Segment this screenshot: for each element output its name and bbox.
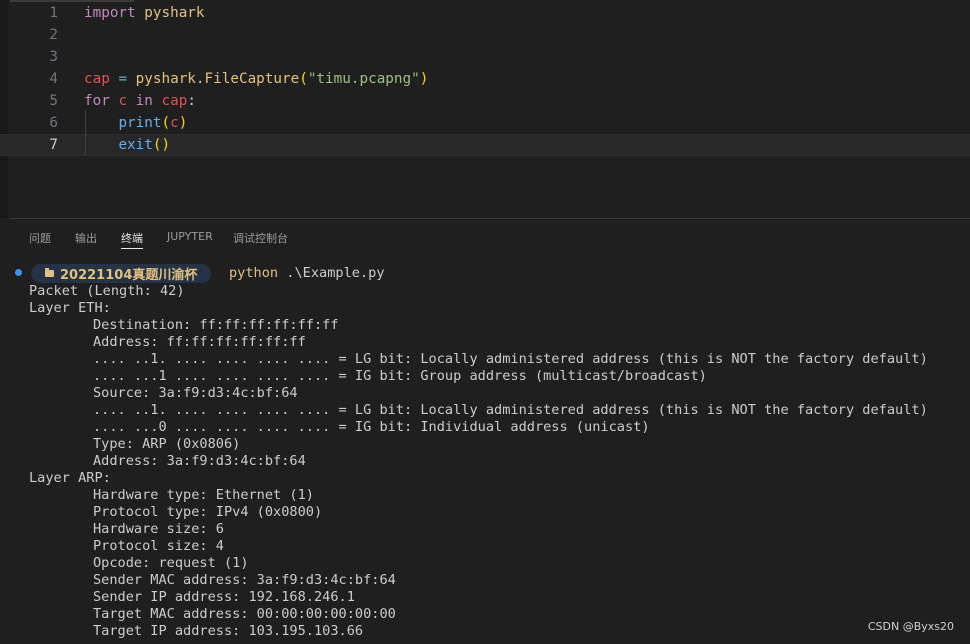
line-number: 4 — [49, 71, 58, 87]
terminal-line: Sender MAC address: 3a:f9:d3:4c:bf:64 — [93, 572, 396, 588]
tab-jupyter[interactable]: JUPYTER — [167, 230, 213, 243]
code-line[interactable]: 1 import pyshark — [0, 2, 970, 24]
code-token: print — [118, 115, 162, 131]
code-token: cap — [161, 93, 188, 109]
code-token: FileCapture — [204, 71, 300, 87]
code-token: c — [170, 115, 179, 131]
code-token: pyshark — [135, 71, 196, 87]
line-number: 7 — [49, 137, 58, 153]
terminal-line: .... ...1 .... .... .... .... = IG bit: … — [93, 368, 707, 384]
code-token: import — [84, 5, 136, 21]
line-code: print(c) — [84, 112, 187, 134]
terminal-output[interactable]: Packet (Length: 42) Layer ETH: Destination… — [0, 262, 970, 644]
code-editor[interactable]: 1 import pyshark 2 3 4 cap = pyshark.FileCapt… — [0, 0, 970, 218]
code-token: = — [118, 71, 128, 87]
code-token: "timu.pcapng" — [307, 71, 420, 87]
code-token: ) — [419, 71, 429, 87]
terminal-line: Type: ARP (0x0806) — [93, 436, 241, 452]
terminal-line: Target MAC address: 00:00:00:00:00:00 — [93, 606, 396, 622]
watermark: CSDN @Byxs20 — [867, 620, 954, 633]
terminal-line: Destination: ff:ff:ff:ff:ff:ff — [93, 317, 339, 333]
terminal-line: .... ..1. .... .... .... .... = LG bit: … — [93, 402, 928, 418]
line-number: 6 — [49, 115, 58, 131]
line-number: 5 — [49, 93, 58, 109]
line-number: 3 — [49, 49, 58, 65]
terminal-line: Hardware size: 6 — [93, 521, 224, 537]
line-code: cap = pyshark.FileCapture("timu.pcapng") — [84, 68, 428, 90]
line-number: 1 — [49, 5, 58, 21]
tab-problems[interactable]: 问题 — [29, 230, 51, 246]
code-line[interactable]: 6 print(c) — [0, 112, 970, 134]
terminal-line: Target IP address: 103.195.103.66 — [93, 623, 364, 639]
terminal-line: .... ..1. .... .... .... .... = LG bit: … — [93, 351, 928, 367]
code-token: . — [195, 71, 205, 87]
code-token: cap — [84, 71, 110, 87]
terminal-line: Opcode: request (1) — [93, 555, 249, 571]
terminal-line: Sender IP address: 192.168.246.1 — [93, 589, 355, 605]
code-token: exit — [118, 137, 153, 153]
tab-output[interactable]: 输出 — [75, 230, 97, 246]
code-token: c — [118, 93, 128, 109]
code-token: ) — [178, 115, 188, 131]
line-code: exit() — [84, 135, 170, 155]
code-token: ( — [299, 71, 308, 87]
code-token: ( — [161, 115, 171, 131]
code-line[interactable]: 5 for c in cap: — [0, 90, 970, 112]
code-line[interactable]: 7 exit() — [0, 134, 970, 156]
code-token: for — [84, 93, 110, 109]
code-token: : — [187, 93, 196, 109]
terminal-line: Layer ARP: — [29, 470, 111, 486]
terminal-line: Address: ff:ff:ff:ff:ff:ff — [93, 334, 306, 350]
code-token: () — [152, 137, 171, 153]
tab-terminal[interactable]: 终端 — [121, 230, 143, 249]
line-code: for c in cap: — [84, 90, 196, 112]
line-code: import pyshark — [84, 2, 205, 24]
terminal-line: Protocol type: IPv4 (0x0800) — [93, 504, 323, 520]
terminal-line: Layer ETH: — [29, 300, 111, 316]
terminal-line: Packet (Length: 42) — [29, 283, 185, 299]
code-token: pyshark — [144, 5, 205, 21]
terminal-line: Address: 3a:f9:d3:4c:bf:64 — [93, 453, 306, 469]
terminal-line: Hardware type: Ethernet (1) — [93, 487, 314, 503]
code-token: in — [135, 93, 153, 109]
terminal-line: Source: 3a:f9:d3:4c:bf:64 — [93, 385, 298, 401]
line-number: 2 — [49, 27, 58, 43]
code-line[interactable]: 4 cap = pyshark.FileCapture("timu.pcapng"… — [0, 68, 970, 90]
terminal-line: .... ...0 .... .... .... .... = IG bit: … — [93, 419, 650, 435]
panel-tab-bar: 问题 输出 终端 JUPYTER 调试控制台 — [0, 219, 970, 255]
code-line[interactable]: 2 — [0, 24, 970, 46]
tab-debug-console[interactable]: 调试控制台 — [233, 230, 288, 246]
indent-guide — [85, 111, 86, 155]
code-line[interactable]: 3 — [0, 46, 970, 68]
terminal-line: Protocol size: 4 — [93, 538, 224, 554]
